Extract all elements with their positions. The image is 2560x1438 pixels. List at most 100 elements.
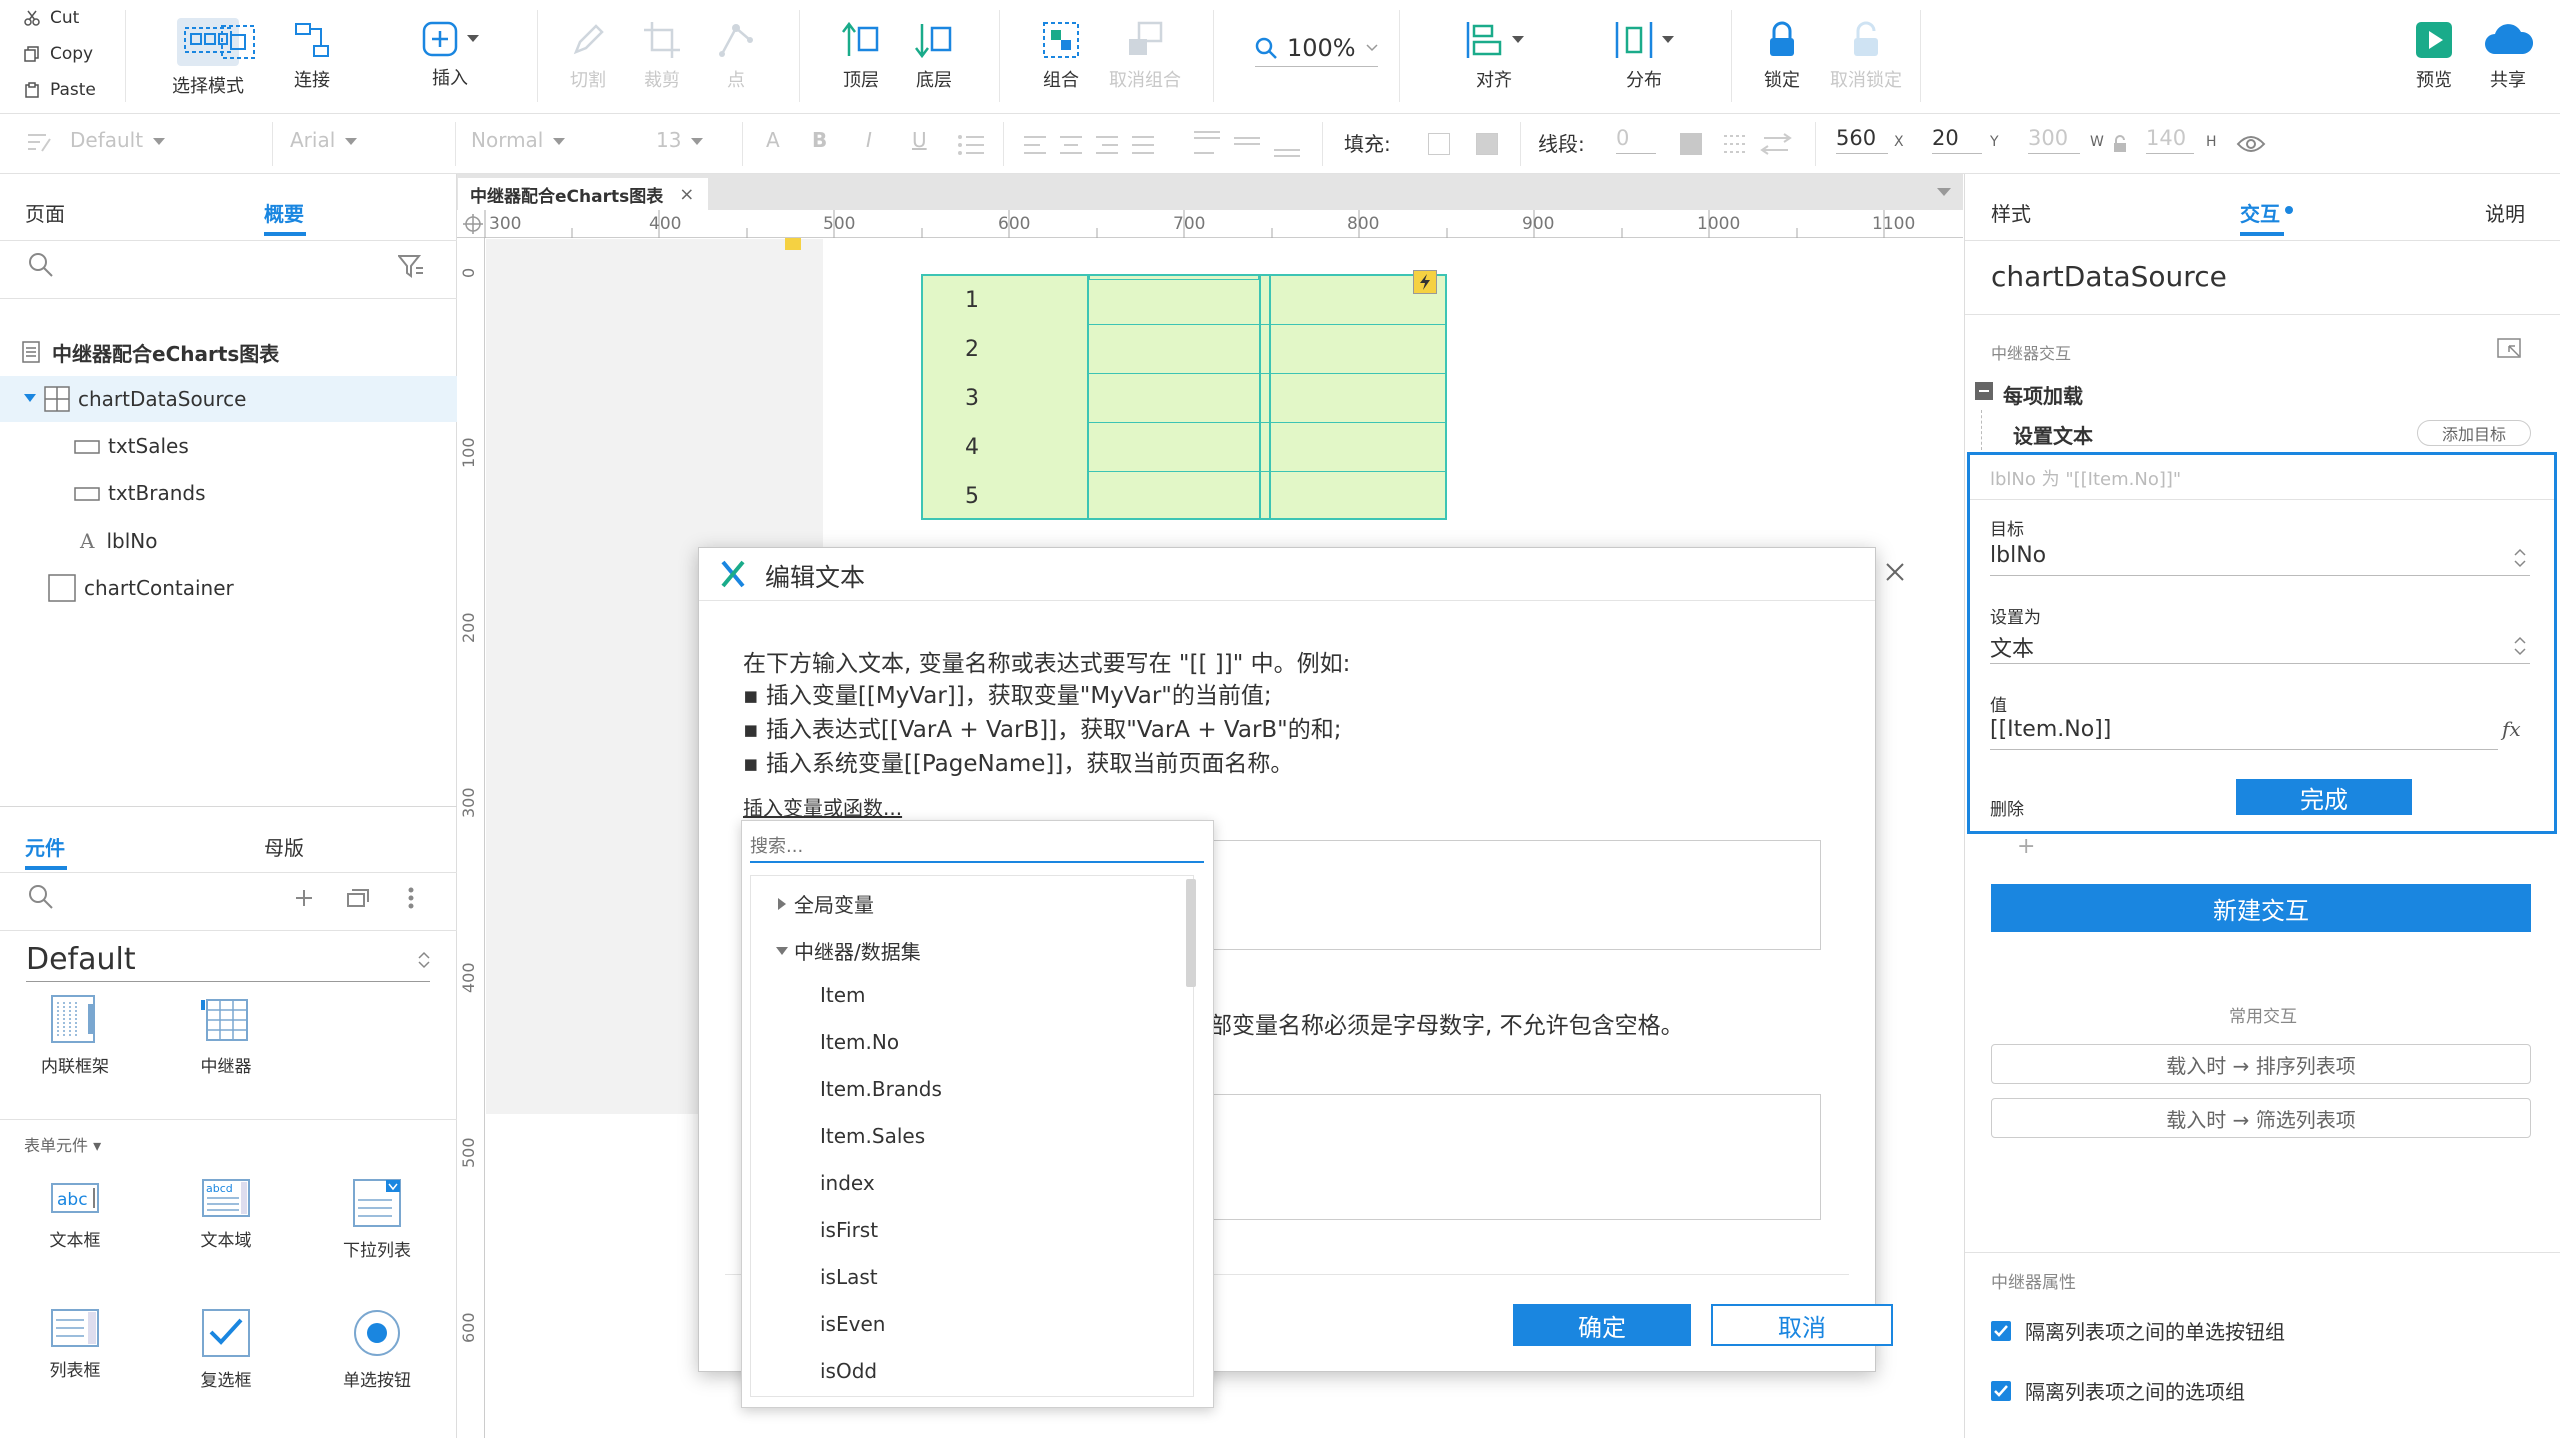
done-button[interactable]: 完成 xyxy=(2236,779,2412,815)
delete-link[interactable]: 删除 xyxy=(1990,795,2024,820)
action-name[interactable]: 设置文本 xyxy=(2013,420,2093,449)
variable-item[interactable]: Item.Sales xyxy=(820,1124,925,1148)
updown-chevron-icon[interactable] xyxy=(2514,635,2526,657)
inline-frame-widget[interactable]: 内联框架 xyxy=(20,994,130,1077)
paste-menu-item[interactable]: Paste xyxy=(24,80,96,100)
unlock-button[interactable]: 取消锁定 xyxy=(1821,20,1911,92)
library-select[interactable]: Default xyxy=(26,938,430,982)
line-width-input[interactable]: 0 xyxy=(1616,126,1656,154)
line-color-swatch[interactable] xyxy=(1680,133,1702,155)
tree-txtsales-item[interactable]: txtSales xyxy=(0,423,457,469)
tree-group-repeater[interactable]: 中继器/数据集 xyxy=(776,936,921,965)
tab-menu-chevron-icon[interactable] xyxy=(1937,188,1951,197)
updown-chevron-icon[interactable] xyxy=(2514,547,2526,569)
close-tab-icon[interactable]: × xyxy=(679,184,694,205)
tab-outline[interactable]: 概要 xyxy=(264,198,304,227)
connect-button[interactable]: 连接 xyxy=(267,20,357,92)
eye-icon[interactable] xyxy=(2236,134,2266,154)
variable-item[interactable]: index xyxy=(820,1171,875,1195)
new-interaction-button[interactable]: 新建交互 xyxy=(1991,884,2531,932)
zoom-select[interactable]: 100% xyxy=(1255,34,1378,67)
target-select[interactable]: lblNo xyxy=(1990,543,2046,568)
canvas-tab[interactable]: 中继器配合eCharts图表 × xyxy=(458,178,709,210)
bottom-layer-button[interactable]: 底层 xyxy=(889,20,979,92)
insert-variable-link[interactable]: 插入变量或函数... xyxy=(743,792,902,821)
more-options-icon[interactable] xyxy=(406,886,416,910)
repeater-widget[interactable]: 中继器 xyxy=(171,994,281,1077)
insert-button[interactable]: 插入 xyxy=(405,20,495,90)
checkbox-checked-icon[interactable] xyxy=(1991,1320,2011,1341)
aspect-lock-icon[interactable] xyxy=(2112,134,2128,154)
tree-page-item[interactable]: 中继器配合eCharts图表 xyxy=(0,329,457,375)
copy-menu-item[interactable]: Copy xyxy=(24,44,93,64)
text-field-widget[interactable]: abc 文本框 xyxy=(20,1178,130,1251)
share-button[interactable]: 共享 xyxy=(2463,20,2553,92)
chevron-down-icon[interactable] xyxy=(24,394,36,404)
tree-txtbrands-item[interactable]: txtBrands xyxy=(0,470,457,516)
weight-select[interactable]: Normal xyxy=(471,128,631,152)
line-style-icons[interactable] xyxy=(1724,132,1794,156)
list-box-widget[interactable]: 列表框 xyxy=(20,1308,130,1381)
search-icon[interactable] xyxy=(28,252,54,278)
variable-search-input[interactable] xyxy=(750,831,1204,863)
group-button[interactable]: 组合 xyxy=(1016,20,1106,92)
ungroup-button[interactable]: 取消组合 xyxy=(1100,20,1190,92)
align-button[interactable]: 对齐 xyxy=(1449,20,1539,92)
variable-item[interactable]: Item xyxy=(820,983,866,1007)
underline-icon[interactable]: U xyxy=(912,128,927,152)
search-icon[interactable] xyxy=(28,884,54,910)
expand-icon[interactable] xyxy=(2497,338,2523,360)
text-area-widget[interactable]: abcd 文本域 xyxy=(171,1178,281,1251)
scrollbar-thumb[interactable] xyxy=(1186,879,1196,987)
tab-interaction[interactable]: 交互 xyxy=(2240,198,2280,227)
variable-item[interactable]: isEven xyxy=(820,1312,885,1336)
point-button[interactable]: 点 xyxy=(691,20,781,92)
select-contained-button[interactable] xyxy=(220,24,256,64)
tree-chartcontainer-item[interactable]: chartContainer xyxy=(0,565,457,611)
checkbox-checked-icon[interactable] xyxy=(1991,1380,2011,1401)
set-to-select[interactable]: 文本 xyxy=(1990,631,2034,663)
widget-name[interactable]: chartDataSource xyxy=(1991,260,2227,293)
ok-button[interactable]: 确定 xyxy=(1513,1304,1691,1346)
height-input[interactable]: 140 xyxy=(2146,126,2194,154)
variable-item[interactable]: Item.Brands xyxy=(820,1077,942,1101)
library-icon[interactable] xyxy=(346,888,370,908)
function-fx-icon[interactable]: fx xyxy=(2502,717,2521,741)
add-target-button[interactable]: 添加目标 xyxy=(2417,420,2531,446)
valign-icons[interactable] xyxy=(1194,128,1304,158)
bullet-list-icon[interactable] xyxy=(958,134,984,156)
isolate-selection-option[interactable]: 隔离列表项之间的选项组 xyxy=(1991,1376,2245,1405)
tree-group-global[interactable]: 全局变量 xyxy=(778,889,874,918)
cut-menu-item[interactable]: Cut xyxy=(24,8,79,28)
radio-widget[interactable]: 单选按钮 xyxy=(322,1308,432,1391)
repeater-widget-canvas[interactable]: 1 2 3 4 5 xyxy=(921,270,1447,520)
tab-masters[interactable]: 母版 xyxy=(264,832,304,861)
tree-lblno-item[interactable]: A lblNo xyxy=(0,518,457,564)
variable-item[interactable]: isFirst xyxy=(820,1218,878,1242)
tab-style[interactable]: 样式 xyxy=(1991,198,2031,227)
width-input[interactable]: 300 xyxy=(2028,126,2080,154)
tab-notes[interactable]: 说明 xyxy=(2485,198,2525,227)
fill-image-swatch[interactable] xyxy=(1476,133,1498,155)
cancel-button[interactable]: 取消 xyxy=(1711,1304,1893,1346)
variable-item[interactable]: isOdd xyxy=(820,1359,877,1383)
variable-item[interactable]: isLast xyxy=(820,1265,878,1289)
collapse-icon[interactable] xyxy=(1975,382,1993,400)
tab-pages[interactable]: 页面 xyxy=(25,198,65,227)
close-dialog-icon[interactable] xyxy=(1885,562,1905,582)
filter-icon[interactable] xyxy=(398,254,424,278)
tree-repeater-item[interactable]: chartDataSource xyxy=(0,376,457,422)
variable-item[interactable]: Item.No xyxy=(820,1030,899,1054)
text-align-icons[interactable] xyxy=(1024,134,1214,156)
common-interaction-button[interactable]: 载入时 → 排序列表项 xyxy=(1991,1044,2531,1084)
italic-icon[interactable]: I xyxy=(866,128,872,152)
distribute-button[interactable]: 分布 xyxy=(1599,20,1689,92)
tab-widgets[interactable]: 元件 xyxy=(25,832,65,861)
dropdown-widget[interactable]: 下拉列表 xyxy=(322,1178,432,1261)
y-input[interactable]: 20 xyxy=(1932,126,1982,154)
plus-icon[interactable] xyxy=(294,888,314,908)
common-interaction-button[interactable]: 载入时 → 筛选列表项 xyxy=(1991,1098,2531,1138)
text-color-icon[interactable]: A xyxy=(766,128,780,152)
bold-icon[interactable]: B xyxy=(812,128,827,152)
add-action-plus[interactable]: + xyxy=(2017,834,2035,859)
